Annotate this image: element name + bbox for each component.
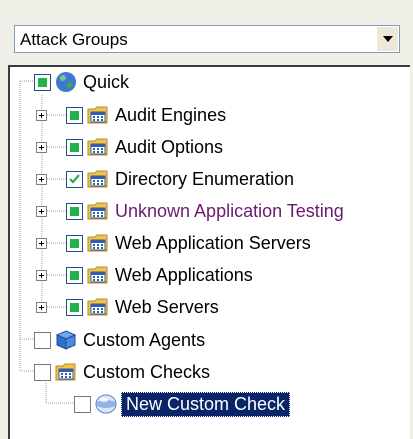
tree-node-unknown-application-testing[interactable]: Unknown Application Testing bbox=[36, 196, 344, 226]
tree-label-selected: New Custom Check bbox=[121, 391, 291, 417]
node-checkbox[interactable] bbox=[66, 266, 83, 284]
tree-node-audit-engines[interactable]: Audit Engines bbox=[36, 100, 226, 130]
tree-label: Custom Agents bbox=[83, 329, 206, 350]
node-checkbox[interactable] bbox=[66, 202, 83, 220]
checkmark-icon bbox=[69, 173, 80, 184]
tree-label: Quick bbox=[83, 71, 130, 92]
attack-groups-dropdown[interactable]: Attack Groups bbox=[14, 25, 400, 53]
new-custom-check-checkbox[interactable] bbox=[74, 395, 91, 413]
tree-label: Web Applications bbox=[115, 264, 253, 285]
tree-node-quick[interactable]: Quick bbox=[34, 67, 129, 97]
chevron-down-icon bbox=[382, 36, 393, 42]
folder-grid-icon bbox=[55, 363, 76, 381]
folder-grid-icon bbox=[87, 298, 108, 316]
tree-node-audit-options[interactable]: Audit Options bbox=[36, 132, 223, 162]
expand-plus-icon[interactable] bbox=[36, 109, 47, 121]
node-checkbox[interactable] bbox=[66, 170, 83, 188]
tree-node-web-application-servers[interactable]: Web Application Servers bbox=[36, 228, 311, 258]
globe-icon bbox=[56, 72, 76, 92]
node-checkbox[interactable] bbox=[66, 234, 83, 252]
node-checkbox[interactable] bbox=[66, 106, 83, 124]
tree-label: Audit Options bbox=[115, 136, 224, 157]
dropdown-arrow-button[interactable] bbox=[376, 27, 398, 51]
custom-agents-checkbox[interactable] bbox=[34, 331, 51, 349]
tree-node-new-custom-check[interactable]: New Custom Check bbox=[74, 389, 291, 419]
expand-plus-icon[interactable] bbox=[36, 301, 47, 313]
attack-tree[interactable]: Quick Audit Engines Audit Options Direct… bbox=[8, 65, 410, 439]
folder-grid-icon bbox=[87, 266, 108, 284]
expand-plus-icon[interactable] bbox=[36, 173, 47, 185]
tree-label: Web Servers bbox=[115, 296, 219, 317]
folder-grid-icon bbox=[87, 106, 108, 124]
tree-label: Directory Enumeration bbox=[115, 168, 295, 189]
folder-grid-icon bbox=[87, 170, 108, 188]
tree-label: Unknown Application Testing bbox=[115, 200, 344, 221]
tree-node-directory-enumeration[interactable]: Directory Enumeration bbox=[36, 164, 294, 194]
cube-icon bbox=[55, 330, 77, 350]
folder-grid-icon bbox=[87, 138, 108, 156]
tree-node-web-servers[interactable]: Web Servers bbox=[36, 292, 219, 322]
expand-plus-icon[interactable] bbox=[36, 269, 47, 281]
expand-plus-icon[interactable] bbox=[36, 205, 47, 217]
tree-label: Custom Checks bbox=[83, 361, 211, 382]
dropdown-value: Attack Groups bbox=[20, 30, 128, 49]
node-checkbox[interactable] bbox=[66, 298, 83, 316]
tree-node-custom-checks[interactable]: Custom Checks bbox=[34, 357, 210, 387]
tree-label: Audit Engines bbox=[115, 104, 227, 125]
folder-grid-icon bbox=[87, 202, 108, 220]
tree-node-web-applications[interactable]: Web Applications bbox=[36, 260, 253, 290]
expand-plus-icon[interactable] bbox=[36, 141, 47, 153]
custom-checks-checkbox[interactable] bbox=[34, 363, 51, 381]
expand-plus-icon[interactable] bbox=[36, 237, 47, 249]
node-checkbox[interactable] bbox=[66, 138, 83, 156]
tree-node-custom-agents[interactable]: Custom Agents bbox=[34, 325, 205, 355]
tree-label: Web Application Servers bbox=[115, 232, 311, 253]
folder-grid-icon bbox=[87, 234, 108, 252]
bubble-icon bbox=[95, 394, 117, 414]
quick-checkbox[interactable] bbox=[34, 73, 51, 91]
